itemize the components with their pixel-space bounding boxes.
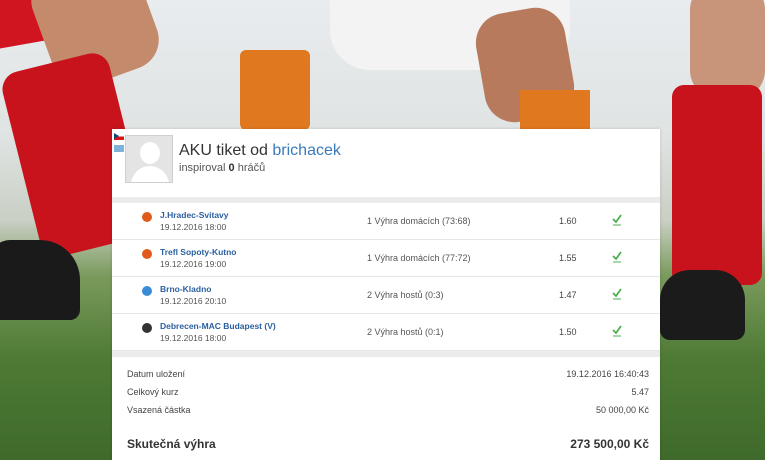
bet-tip: 2 Výhra hostů (0:3) [367,290,444,300]
bet-list: J.Hradec-Svitavy 19.12.2016 18:00 1 Výhr… [112,203,660,351]
stake-row: Vsazená částka 50 000,00 Kč [112,401,660,419]
volleyball-icon [142,286,152,296]
inspired-number: 0 [228,162,235,174]
ticket-summary: Datum uložení 19.12.2016 16:40:43 Celkov… [112,365,660,419]
total-odds-label: Celkový kurz [127,387,179,397]
saved-date-row: Datum uložení 19.12.2016 16:40:43 [112,365,660,383]
match-name[interactable]: Debrecen-MAC Budapest (V) [160,321,276,331]
ticket-header: AKU tiket od brichacek inspiroval 0 hráč… [112,129,660,197]
actual-win-row: Skutečná výhra 273 500,00 Kč [112,435,660,453]
bet-row: J.Hradec-Svitavy 19.12.2016 18:00 1 Výhr… [112,203,660,240]
bet-odds: 1.60 [559,216,577,226]
actual-win-value: 273 500,00 Kč [570,437,649,451]
bet-tip: 1 Výhra domácích (77:72) [367,253,471,263]
inspired-suffix: hráčů [237,162,266,174]
inspired-count: inspiroval 0 hráčů [179,162,265,174]
match-date: 19.12.2016 18:00 [160,333,227,343]
divider [112,351,660,357]
sport-badge-icon [114,145,124,152]
bet-tip: 1 Výhra domácích (73:68) [367,216,471,226]
actual-win-label: Skutečná výhra [127,437,216,451]
stake-value: 50 000,00 Kč [595,405,649,415]
total-odds-row: Celkový kurz 5.47 [112,383,660,401]
checkmark-icon [611,323,623,337]
match-name[interactable]: Trefl Sopoty-Kutno [160,247,237,257]
bet-row: Debrecen-MAC Budapest (V) 19.12.2016 18:… [112,314,660,351]
match-name[interactable]: J.Hradec-Svitavy [160,210,229,220]
czech-flag-icon [114,133,124,140]
basketball-icon [142,249,152,259]
saved-date-value: 19.12.2016 16:40:43 [566,369,649,379]
saved-date-label: Datum uložení [127,369,186,379]
bet-tip: 2 Výhra hostů (0:1) [367,327,444,337]
ticket-title: AKU tiket od brichacek [179,142,341,160]
match-date: 19.12.2016 20:10 [160,296,227,306]
match-date: 19.12.2016 19:00 [160,259,227,269]
title-prefix: AKU tiket od [179,142,268,159]
inspired-prefix: inspiroval [179,162,226,174]
bet-row: Trefl Sopoty-Kutno 19.12.2016 19:00 1 Vý… [112,240,660,277]
stake-label: Vsazená částka [127,405,191,415]
total-odds-value: 5.47 [631,387,649,397]
basketball-icon [142,212,152,222]
match-date: 19.12.2016 18:00 [160,222,227,232]
checkmark-icon [611,212,623,226]
bet-odds: 1.55 [559,253,577,263]
bet-odds: 1.47 [559,290,577,300]
avatar[interactable] [125,135,173,183]
ticket-card: AKU tiket od brichacek inspiroval 0 hráč… [112,129,660,460]
username-link[interactable]: brichacek [272,142,340,159]
checkmark-icon [611,249,623,263]
checkmark-icon [611,286,623,300]
bet-odds: 1.50 [559,327,577,337]
bet-row: Brno-Kladno 19.12.2016 20:10 2 Výhra hos… [112,277,660,314]
hockey-puck-icon [142,323,152,333]
match-name[interactable]: Brno-Kladno [160,284,211,294]
